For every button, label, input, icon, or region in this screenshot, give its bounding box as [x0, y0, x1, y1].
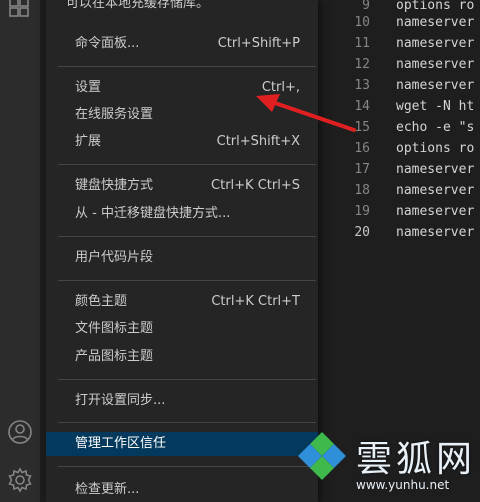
- manage-menu: 可以在本地充缓存储库。 命令面板... Ctrl+Shift+P 设置 Ctrl…: [46, 0, 318, 502]
- menu-item-product-icon-theme[interactable]: 产品图标主题: [46, 345, 318, 369]
- menu-item-label: 命令面板...: [75, 36, 140, 51]
- line-number: 20: [354, 225, 370, 240]
- line-text: nameserver: [396, 225, 475, 240]
- line-number: 19: [354, 204, 370, 219]
- menu-item-label: 在线服务设置: [75, 107, 154, 122]
- line-text: nameserver: [396, 183, 475, 198]
- menu-separator: [58, 466, 316, 467]
- menu-item-color-theme[interactable]: 颜色主题 Ctrl+K Ctrl+T: [46, 290, 318, 314]
- menu-separator: [58, 280, 316, 281]
- menu-item-command-palette[interactable]: 命令面板... Ctrl+Shift+P: [46, 32, 318, 56]
- menu-item-label: 键盘快捷方式: [75, 178, 154, 193]
- menu-item-shortcut: Ctrl+K Ctrl+S: [211, 178, 300, 193]
- menu-item-label: 文件图标主题: [75, 321, 154, 336]
- line-number: 12: [354, 57, 370, 72]
- code-editor[interactable]: 9 options ro 10 nameserver 11 nameserver…: [318, 0, 480, 502]
- line-number: 18: [354, 183, 370, 198]
- code-line: 18 nameserver: [318, 180, 480, 201]
- code-line: 17 nameserver: [318, 159, 480, 180]
- watermark-logo-icon: [298, 432, 346, 480]
- menu-separator: [58, 164, 316, 165]
- menu-item-label: 打开设置同步...: [75, 393, 166, 408]
- menu-separator: [58, 379, 316, 380]
- menu-item-settings-sync[interactable]: 打开设置同步...: [46, 389, 318, 413]
- code-line: 12 nameserver: [318, 54, 480, 75]
- line-text: wget -N ht: [396, 99, 475, 114]
- line-text: nameserver: [396, 162, 475, 177]
- menu-item-keyboard-shortcuts[interactable]: 键盘快捷方式 Ctrl+K Ctrl+S: [46, 174, 318, 198]
- partial-top-label: 可以在本地充缓存储库。: [66, 0, 210, 11]
- code-line: 16 options ro: [318, 138, 480, 159]
- code-line: 10 nameserver: [318, 12, 480, 33]
- line-number: 11: [354, 36, 370, 51]
- account-icon[interactable]: [6, 418, 34, 446]
- watermark-url: www.yunhu.net: [356, 478, 450, 492]
- line-number: 16: [354, 141, 370, 156]
- menu-item-file-icon-theme[interactable]: 文件图标主题: [46, 317, 318, 341]
- menu-item-label: 设置: [75, 80, 102, 95]
- menu-item-label: 管理工作区信任: [75, 436, 167, 451]
- menu-item-manage-workspace-trust[interactable]: 管理工作区信任: [46, 432, 318, 456]
- watermark-title: 雲狐网: [356, 439, 477, 480]
- extensions-icon[interactable]: [6, 0, 34, 22]
- menu-item-label: 从 - 中迁移键盘快捷方式...: [75, 206, 231, 221]
- menu-separator: [58, 236, 316, 237]
- watermark: 雲狐网 www.yunhu.net: [290, 428, 480, 502]
- menu-item-label: 产品图标主题: [75, 349, 154, 364]
- menu-item-label: 扩展: [75, 134, 102, 149]
- menu-item-shortcut: Ctrl+K Ctrl+T: [211, 294, 300, 309]
- line-text: nameserver: [396, 204, 475, 219]
- line-text: options ro: [396, 141, 475, 156]
- settings-gear-icon[interactable]: [6, 466, 34, 494]
- menu-separator: [58, 422, 316, 423]
- code-line: 19 nameserver: [318, 201, 480, 222]
- menu-item-label: 用户代码片段: [75, 250, 154, 265]
- menu-item-check-for-updates[interactable]: 检查更新...: [46, 478, 318, 502]
- line-text: nameserver: [396, 15, 475, 30]
- line-number: 17: [354, 162, 370, 177]
- menu-item-shortcut: Ctrl+Shift+P: [217, 36, 300, 51]
- line-text: nameserver: [396, 57, 475, 72]
- line-text: nameserver: [396, 36, 475, 51]
- line-text: nameserver: [396, 78, 475, 93]
- code-line: 20 nameserver: [318, 222, 480, 243]
- menu-item-label: 颜色主题: [75, 294, 128, 309]
- menu-item-migrate-keybindings[interactable]: 从 - 中迁移键盘快捷方式...: [46, 202, 318, 226]
- activity-bar: [0, 0, 40, 502]
- menu-item-user-snippets[interactable]: 用户代码片段: [46, 246, 318, 270]
- menu-item-label: 检查更新...: [75, 482, 140, 497]
- code-line: 11 nameserver: [318, 33, 480, 54]
- line-number: 10: [354, 15, 370, 30]
- line-text: echo -e "s: [396, 120, 475, 135]
- menu-separator: [58, 66, 316, 67]
- annotation-arrow-icon: [256, 94, 356, 132]
